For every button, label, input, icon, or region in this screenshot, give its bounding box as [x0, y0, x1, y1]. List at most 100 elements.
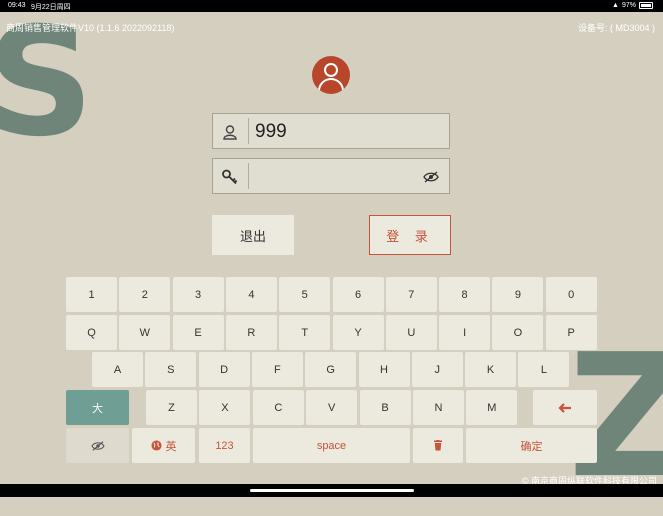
- key-d[interactable]: D: [198, 352, 250, 387]
- key-f[interactable]: F: [251, 352, 303, 387]
- key-u-label: U: [407, 326, 416, 339]
- login-button[interactable]: 登 录: [369, 215, 451, 255]
- key-b[interactable]: B: [359, 390, 411, 425]
- key-k-label: K: [486, 363, 495, 376]
- key-o[interactable]: O: [492, 315, 544, 350]
- key-1-label: 1: [88, 288, 95, 301]
- key-j[interactable]: J: [411, 352, 463, 387]
- wifi-icon: ▲: [612, 2, 619, 9]
- key-y-label: Y: [354, 326, 362, 339]
- key-2[interactable]: 2: [119, 277, 171, 312]
- key-e[interactable]: E: [172, 315, 224, 350]
- key-8[interactable]: 8: [439, 277, 491, 312]
- key-t[interactable]: T: [279, 315, 331, 350]
- key-c[interactable]: C: [252, 390, 304, 425]
- key-l[interactable]: L: [518, 352, 570, 387]
- key-r[interactable]: R: [225, 315, 277, 350]
- key-p-label: P: [567, 326, 575, 339]
- key-r-label: R: [247, 326, 256, 339]
- key-v-label: V: [328, 401, 336, 414]
- key-n[interactable]: N: [413, 390, 464, 425]
- key-a-label: A: [113, 363, 122, 376]
- exit-button[interactable]: 退出: [212, 215, 294, 255]
- clear-key[interactable]: [413, 428, 463, 463]
- key-s[interactable]: S: [145, 352, 197, 387]
- status-bar: 09:43 9月22日周四 ▲ 97%: [0, 0, 663, 12]
- key-a[interactable]: A: [92, 352, 143, 387]
- home-indicator[interactable]: [250, 489, 414, 492]
- confirm-key-label: 确定: [520, 440, 543, 453]
- device-id: 设备号: ( MD3004 ): [577, 23, 655, 33]
- key-v[interactable]: V: [306, 390, 358, 425]
- key-j-label: J: [434, 363, 441, 376]
- shift-key-label: 大: [92, 402, 103, 415]
- key-o-label: O: [513, 326, 523, 339]
- key-q[interactable]: Q: [66, 315, 117, 350]
- key-n-label: N: [434, 401, 443, 414]
- numbers-key[interactable]: 123: [199, 428, 250, 463]
- eye-off-icon: [90, 440, 105, 451]
- key-8-label: 8: [461, 288, 468, 301]
- key-5-label: 5: [301, 288, 308, 301]
- key-0[interactable]: 0: [545, 277, 597, 312]
- shift-key[interactable]: 大: [66, 390, 129, 425]
- key-w[interactable]: W: [119, 315, 171, 350]
- user-icon: [221, 123, 239, 141]
- key-k[interactable]: K: [465, 352, 517, 387]
- key-i-label: I: [463, 326, 467, 339]
- key-h-label: H: [380, 363, 388, 376]
- key-3-label: 3: [195, 288, 202, 301]
- key-1[interactable]: 1: [66, 277, 117, 312]
- key-m[interactable]: M: [466, 390, 518, 425]
- key-4[interactable]: 4: [225, 277, 277, 312]
- key-3[interactable]: 3: [172, 277, 224, 312]
- space-key-label: space: [316, 439, 347, 452]
- key-f-label: F: [274, 363, 281, 376]
- key-x-label: X: [221, 401, 229, 414]
- key-p[interactable]: P: [545, 315, 597, 350]
- battery-icon: [639, 2, 653, 9]
- status-right: ▲ 97%: [612, 2, 653, 9]
- key-0-label: 0: [568, 288, 575, 301]
- hide-keyboard-key[interactable]: [66, 428, 129, 463]
- backspace-key[interactable]: [533, 390, 597, 425]
- home-bar: [0, 484, 663, 497]
- key-b-label: B: [381, 401, 389, 414]
- language-key-label: 英: [165, 440, 177, 453]
- backspace-arrow-icon: [558, 402, 571, 413]
- key-q-label: Q: [87, 326, 96, 339]
- key-h[interactable]: H: [358, 352, 410, 387]
- username-field[interactable]: 999: [212, 113, 450, 149]
- key-g-label: G: [326, 363, 335, 376]
- key-i[interactable]: I: [439, 315, 491, 350]
- password-field[interactable]: [212, 158, 450, 194]
- key-9[interactable]: 9: [492, 277, 544, 312]
- battery-percent: 97%: [621, 2, 636, 9]
- trash-icon: [434, 440, 442, 451]
- key-t-label: T: [301, 326, 309, 339]
- user-avatar-icon: [312, 56, 350, 94]
- key-e-label: E: [194, 326, 202, 339]
- key-6[interactable]: 6: [332, 277, 384, 312]
- key-z[interactable]: Z: [146, 390, 197, 425]
- eye-off-icon[interactable]: [423, 170, 439, 184]
- key-icon: [221, 168, 239, 186]
- key-6-label: 6: [354, 288, 362, 301]
- language-key[interactable]: 英: [132, 428, 195, 463]
- app-title: 商周销售管理软件V10 (1.1.6 2022092118): [6, 23, 175, 33]
- key-l-label: L: [540, 363, 547, 376]
- globe-icon: [150, 440, 162, 451]
- key-s-label: S: [167, 363, 175, 376]
- key-9-label: 9: [514, 288, 521, 301]
- confirm-key[interactable]: 确定: [466, 428, 597, 463]
- key-7[interactable]: 7: [385, 277, 437, 312]
- username-input[interactable]: 999: [255, 121, 287, 143]
- key-y[interactable]: Y: [332, 315, 384, 350]
- key-x[interactable]: X: [199, 390, 251, 425]
- key-4-label: 4: [248, 288, 255, 301]
- field-separator: [248, 163, 249, 189]
- space-key[interactable]: space: [253, 428, 410, 463]
- key-5[interactable]: 5: [279, 277, 331, 312]
- key-u[interactable]: U: [385, 315, 437, 350]
- key-g[interactable]: G: [305, 352, 357, 387]
